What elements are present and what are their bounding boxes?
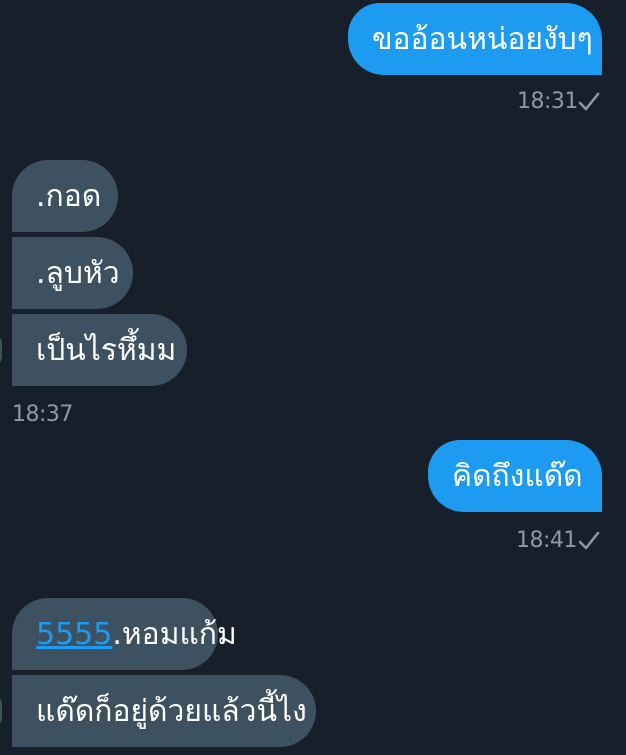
message-text: ขออ้อนหน่อยงับๆ [372,21,593,57]
message-text: .ลูบหัว [36,255,120,291]
message-text: แด๊ดก็อยู่ด้วยแล้วนี้ไง [36,693,307,729]
outgoing-message[interactable]: ขออ้อนหน่อยงับๆ [348,3,602,75]
message-text: เป็นไรหึ้มม [36,332,177,368]
incoming-message[interactable]: เป็นไรหึ้มม [12,314,187,386]
incoming-message[interactable]: 5555 .หอมแก้ม [12,598,237,670]
avatar[interactable] [0,696,2,726]
check-icon [578,92,600,111]
incoming-message[interactable]: .กอด [12,160,118,232]
avatar[interactable] [0,335,2,365]
incoming-message[interactable]: แด๊ดก็อยู่ด้วยแล้วนี้ไง [12,675,316,747]
message-text: .หอมแก้ม [112,616,237,652]
message-text: .กอด [36,178,102,214]
check-icon [578,531,600,550]
message-timestamp: 18:31 [517,89,578,114]
message-timestamp: 18:37 [12,402,73,427]
chat-thread: ขออ้อนหน่อยงับๆ 18:31 .กอด .ลูบหัว เป็นไ… [0,0,626,755]
message-text: คิดถึงแด๊ด [452,458,583,494]
incoming-message[interactable]: .ลูบหัว [12,237,133,309]
message-link[interactable]: 5555 [36,617,112,652]
message-timestamp: 18:41 [516,528,577,553]
outgoing-message[interactable]: คิดถึงแด๊ด [428,440,602,512]
